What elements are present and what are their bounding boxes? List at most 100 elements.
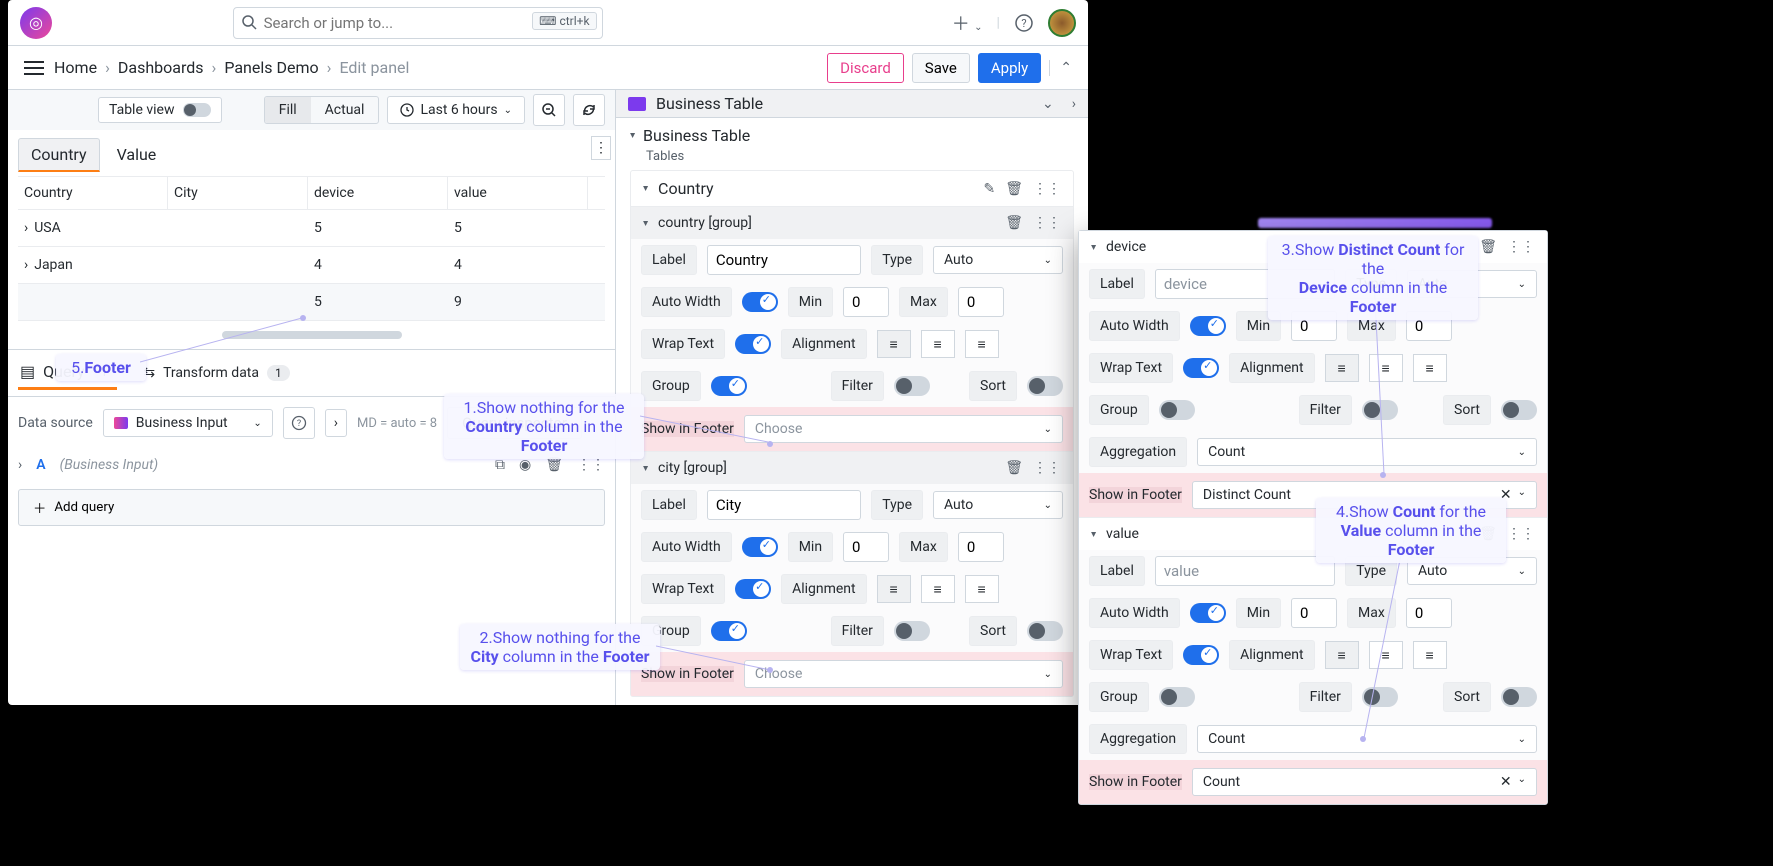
save-button[interactable]: Save	[912, 53, 970, 83]
col-value[interactable]: value	[448, 177, 588, 209]
max-input[interactable]	[958, 287, 1004, 317]
table-card-header[interactable]: ▸ Country ✎ 🗑 ⋮⋮	[631, 171, 1073, 206]
drag-icon[interactable]: ⋮⋮	[577, 457, 605, 473]
wraptext-toggle[interactable]	[735, 579, 771, 599]
type-select[interactable]: Auto⌄	[933, 246, 1063, 274]
crumb-panels[interactable]: Panels Demo	[224, 58, 318, 77]
refresh-icon[interactable]	[573, 94, 605, 126]
actual-option[interactable]: Actual	[311, 97, 379, 123]
wraptext-toggle[interactable]	[1183, 358, 1219, 378]
more-icon[interactable]: ⋮	[591, 136, 611, 160]
trash-icon[interactable]: 🗑	[1479, 239, 1497, 255]
plus-icon[interactable]: ＋ ⌄	[952, 10, 983, 36]
trash-icon[interactable]: 🗑	[545, 457, 563, 473]
filter-toggle[interactable]	[1362, 687, 1398, 707]
sort-toggle[interactable]	[1501, 687, 1537, 707]
panel-type-header[interactable]: Business Table ⌄ ›	[616, 90, 1088, 118]
edit-icon[interactable]: ✎	[983, 181, 995, 197]
trash-icon[interactable]: 🗑	[1005, 460, 1023, 476]
footer-select[interactable]: Choose⌄	[744, 415, 1063, 443]
discard-button[interactable]: Discard	[827, 53, 904, 83]
align-right-icon[interactable]: ≡	[965, 575, 999, 603]
align-right-icon[interactable]: ≡	[1413, 354, 1447, 382]
tab-country[interactable]: Country	[18, 138, 100, 172]
align-right-icon[interactable]: ≡	[965, 330, 999, 358]
align-center-icon[interactable]: ≡	[921, 330, 955, 358]
footer-select[interactable]: Choose⌄	[744, 660, 1063, 688]
group-toggle[interactable]	[711, 376, 747, 396]
max-input[interactable]	[1406, 598, 1452, 628]
query-row[interactable]: › A (Business Input) ⧉ ◉ 🗑 ⋮⋮	[8, 449, 615, 473]
section-toggle[interactable]: ▸Business Table	[630, 126, 1074, 145]
add-query-button[interactable]: ＋ Add query	[18, 489, 605, 526]
table-row[interactable]: ›USA 5 5	[18, 210, 605, 247]
type-select[interactable]: Auto⌄	[933, 491, 1063, 519]
table-view-toggle[interactable]: Table view	[98, 97, 222, 123]
filter-toggle[interactable]	[894, 376, 930, 396]
footer-select[interactable]: Count✕⌄	[1192, 768, 1537, 796]
drag-icon[interactable]: ⋮⋮	[1033, 181, 1061, 197]
table-row[interactable]: ›Japan 4 4	[18, 247, 605, 284]
fill-option[interactable]: Fill	[265, 97, 311, 123]
autowidth-toggle[interactable]	[742, 537, 778, 557]
col-device[interactable]: device	[308, 177, 448, 209]
chevron-right-icon[interactable]: ›	[24, 220, 28, 236]
autowidth-toggle[interactable]	[742, 292, 778, 312]
menu-icon[interactable]	[24, 61, 44, 75]
expand-arrow[interactable]: ›	[325, 409, 347, 437]
drag-icon[interactable]: ⋮⋮	[1507, 526, 1535, 542]
expand-icon[interactable]: ⌃	[1049, 60, 1072, 76]
sort-toggle[interactable]	[1027, 621, 1063, 641]
min-input[interactable]	[1291, 598, 1337, 628]
query-inspector-button[interactable]: Query inspector	[447, 407, 582, 439]
type-select[interactable]: Auto⌄	[1407, 270, 1537, 298]
trash-icon[interactable]: 🗑	[1005, 215, 1023, 231]
trash-icon[interactable]: 🗑	[1479, 526, 1497, 542]
autowidth-toggle[interactable]	[1190, 603, 1226, 623]
aggregation-select[interactable]: Count⌄	[1197, 725, 1537, 753]
group-toggle[interactable]	[1159, 400, 1195, 420]
chevron-right-icon[interactable]: ›	[1072, 96, 1076, 112]
drag-icon[interactable]: ⋮⋮	[1507, 239, 1535, 255]
wraptext-toggle[interactable]	[1183, 645, 1219, 665]
filter-toggle[interactable]	[1362, 400, 1398, 420]
max-input[interactable]	[958, 532, 1004, 562]
drag-icon[interactable]: ⋮⋮	[1033, 460, 1061, 476]
align-left-icon[interactable]: ≡	[1325, 641, 1359, 669]
align-center-icon[interactable]: ≡	[1369, 641, 1403, 669]
eye-icon[interactable]: ◉	[519, 457, 531, 473]
trash-icon[interactable]: 🗑	[1005, 181, 1023, 197]
column-header[interactable]: ▸ city [group] 🗑⋮⋮	[631, 452, 1073, 484]
fill-actual-pill[interactable]: Fill Actual	[264, 96, 380, 124]
align-left-icon[interactable]: ≡	[1325, 354, 1359, 382]
group-toggle[interactable]	[1159, 687, 1195, 707]
scrollbar[interactable]	[222, 331, 402, 339]
align-center-icon[interactable]: ≡	[1369, 354, 1403, 382]
min-input[interactable]	[1291, 311, 1337, 341]
autowidth-toggle[interactable]	[1190, 316, 1226, 336]
tab-transform[interactable]: ⇆ Transform data 1	[141, 359, 291, 387]
align-center-icon[interactable]: ≡	[921, 575, 955, 603]
type-select[interactable]: Auto⌄	[1407, 557, 1537, 585]
col-city[interactable]: City	[168, 177, 308, 209]
filter-toggle[interactable]	[894, 621, 930, 641]
sort-toggle[interactable]	[1027, 376, 1063, 396]
column-header[interactable]: ▸ device 🗑⋮⋮	[1079, 231, 1547, 263]
column-header[interactable]: ▸ value 🗑⋮⋮	[1079, 518, 1547, 550]
aggregation-select[interactable]: Count⌄	[1197, 438, 1537, 466]
footer-select[interactable]: Distinct Count✕⌄	[1192, 481, 1537, 509]
label-input[interactable]	[1155, 269, 1335, 299]
group-toggle[interactable]	[711, 621, 747, 641]
col-country[interactable]: Country	[18, 177, 168, 209]
align-left-icon[interactable]: ≡	[877, 330, 911, 358]
align-right-icon[interactable]: ≡	[1413, 641, 1447, 669]
tab-value[interactable]: Value	[104, 138, 170, 172]
label-input[interactable]	[707, 245, 861, 275]
avatar[interactable]	[1048, 9, 1076, 37]
clear-icon[interactable]: ✕	[1500, 487, 1512, 503]
wraptext-toggle[interactable]	[735, 334, 771, 354]
max-input[interactable]	[1406, 311, 1452, 341]
tab-query[interactable]: ▤ Query 1	[18, 356, 117, 390]
min-input[interactable]	[843, 287, 889, 317]
help-icon[interactable]: ?	[1014, 13, 1034, 33]
